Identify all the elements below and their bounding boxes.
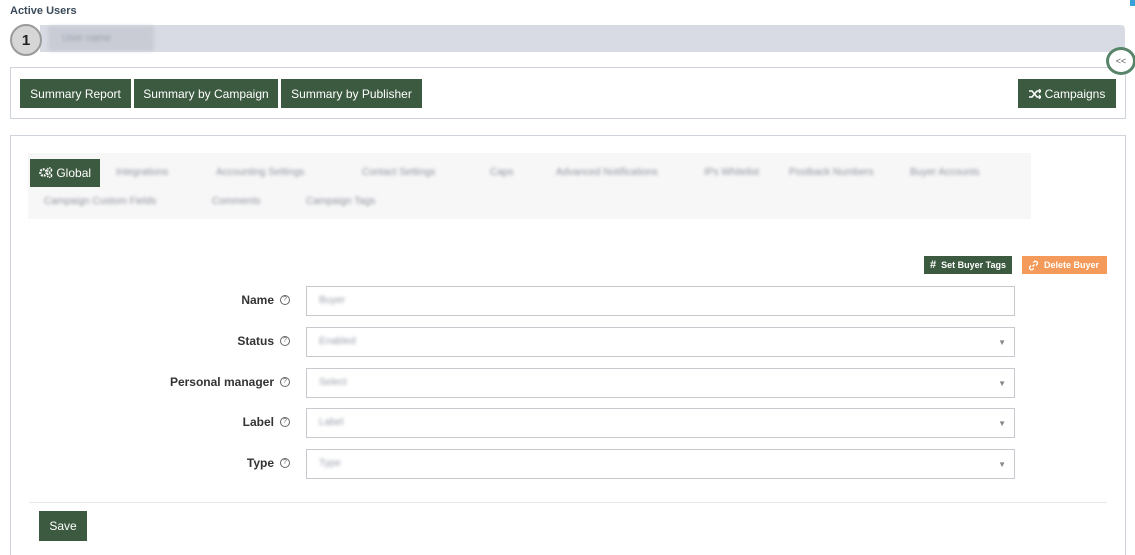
- type-label: Type ?: [247, 456, 290, 470]
- form-row-type: Type ? Type ▼: [11, 449, 1125, 479]
- question-circle-icon[interactable]: ?: [280, 377, 290, 387]
- tab-advanced-notifications[interactable]: Advanced Notifications: [550, 160, 664, 186]
- label-label-text: Label: [242, 415, 274, 429]
- type-label-text: Type: [246, 456, 274, 470]
- user-bar-strip: [40, 25, 1125, 52]
- tab-bar: Global Integrations Accounting Settings …: [28, 153, 1031, 219]
- tab-comments[interactable]: Comments: [206, 189, 266, 215]
- delete-buyer-button[interactable]: Delete Buyer: [1022, 256, 1107, 274]
- personal-manager-value: Select: [319, 377, 347, 388]
- type-value: Type: [319, 458, 341, 469]
- collapse-toggle-button[interactable]: <<: [1106, 47, 1135, 75]
- active-users-label: Active Users: [10, 5, 77, 17]
- form-row-status: Status ? Enabled ▼: [11, 327, 1125, 357]
- caret-down-icon: ▼: [998, 460, 1006, 469]
- user-bar: User name 1: [10, 24, 1125, 56]
- status-label: Status ?: [237, 334, 290, 348]
- tab-global-label: Global: [56, 166, 92, 180]
- form-row-personal-manager: Personal manager ? Select ▼: [11, 368, 1125, 398]
- caret-down-icon: ▼: [998, 338, 1006, 347]
- set-buyer-tags-button[interactable]: # Set Buyer Tags: [924, 256, 1012, 274]
- campaigns-label: Campaigns: [1044, 86, 1106, 101]
- set-buyer-tags-label: Set Buyer Tags: [941, 260, 1006, 270]
- question-circle-icon[interactable]: ?: [280, 458, 290, 468]
- shuffle-icon: [1028, 88, 1041, 99]
- question-circle-icon[interactable]: ?: [280, 417, 290, 427]
- summary-report-button[interactable]: Summary Report: [20, 79, 131, 108]
- step-badge: 1: [10, 24, 42, 56]
- buyer-settings-panel: Global Integrations Accounting Settings …: [10, 135, 1126, 555]
- personal-manager-label: Personal manager ?: [170, 375, 290, 389]
- question-circle-icon[interactable]: ?: [280, 336, 290, 346]
- summary-by-publisher-button[interactable]: Summary by Publisher: [281, 79, 422, 108]
- caret-down-icon: ▼: [998, 419, 1006, 428]
- reports-toolbar: Summary Report Summary by Campaign Summa…: [10, 67, 1126, 119]
- status-value: Enabled: [319, 336, 356, 347]
- name-label-text: Name: [241, 293, 274, 307]
- tab-contact-settings[interactable]: Contact Settings: [356, 160, 441, 186]
- name-input[interactable]: Buyer: [306, 286, 1015, 316]
- edge-indicator: [1130, 0, 1135, 6]
- form-divider: [29, 502, 1107, 503]
- delete-buyer-label: Delete Buyer: [1044, 260, 1100, 270]
- personal-manager-label-text: Personal manager: [169, 375, 274, 389]
- tab-accounting-settings[interactable]: Accounting Settings: [210, 160, 310, 186]
- tab-global[interactable]: Global: [30, 159, 101, 187]
- gears-icon: [39, 167, 53, 179]
- name-label: Name ?: [241, 293, 290, 307]
- type-select[interactable]: Type ▼: [306, 449, 1015, 479]
- status-label-text: Status: [237, 334, 274, 348]
- summary-by-campaign-button[interactable]: Summary by Campaign: [134, 79, 278, 108]
- tab-buyer-accounts[interactable]: Buyer Accounts: [904, 160, 985, 186]
- save-button[interactable]: Save: [39, 511, 87, 541]
- label-label: Label ?: [243, 415, 290, 429]
- tab-caps[interactable]: Caps: [484, 160, 519, 186]
- tab-integrations[interactable]: Integrations: [110, 160, 174, 186]
- form-row-label: Label ? Label ▼: [11, 408, 1125, 438]
- label-value: Label: [319, 417, 344, 428]
- label-select[interactable]: Label ▼: [306, 408, 1015, 438]
- personal-manager-select[interactable]: Select ▼: [306, 368, 1015, 398]
- campaigns-button[interactable]: Campaigns: [1018, 79, 1116, 108]
- tab-campaign-custom-fields[interactable]: Campaign Custom Fields: [38, 189, 162, 215]
- chevrons-left-icon: <<: [1115, 56, 1127, 66]
- user-name-pill[interactable]: User name: [48, 26, 154, 51]
- tab-ips-whitelist[interactable]: IPs Whitelist: [698, 160, 765, 186]
- status-select[interactable]: Enabled ▼: [306, 327, 1015, 357]
- link-icon: [1028, 260, 1039, 270]
- caret-down-icon: ▼: [998, 379, 1006, 388]
- name-value: Buyer: [319, 295, 346, 306]
- question-circle-icon[interactable]: ?: [280, 295, 290, 305]
- tab-postback-numbers[interactable]: Postback Numbers: [783, 160, 879, 186]
- form-row-name: Name ? Buyer: [11, 286, 1125, 316]
- tab-campaign-tags[interactable]: Campaign Tags: [300, 189, 381, 215]
- hash-icon: #: [930, 259, 937, 271]
